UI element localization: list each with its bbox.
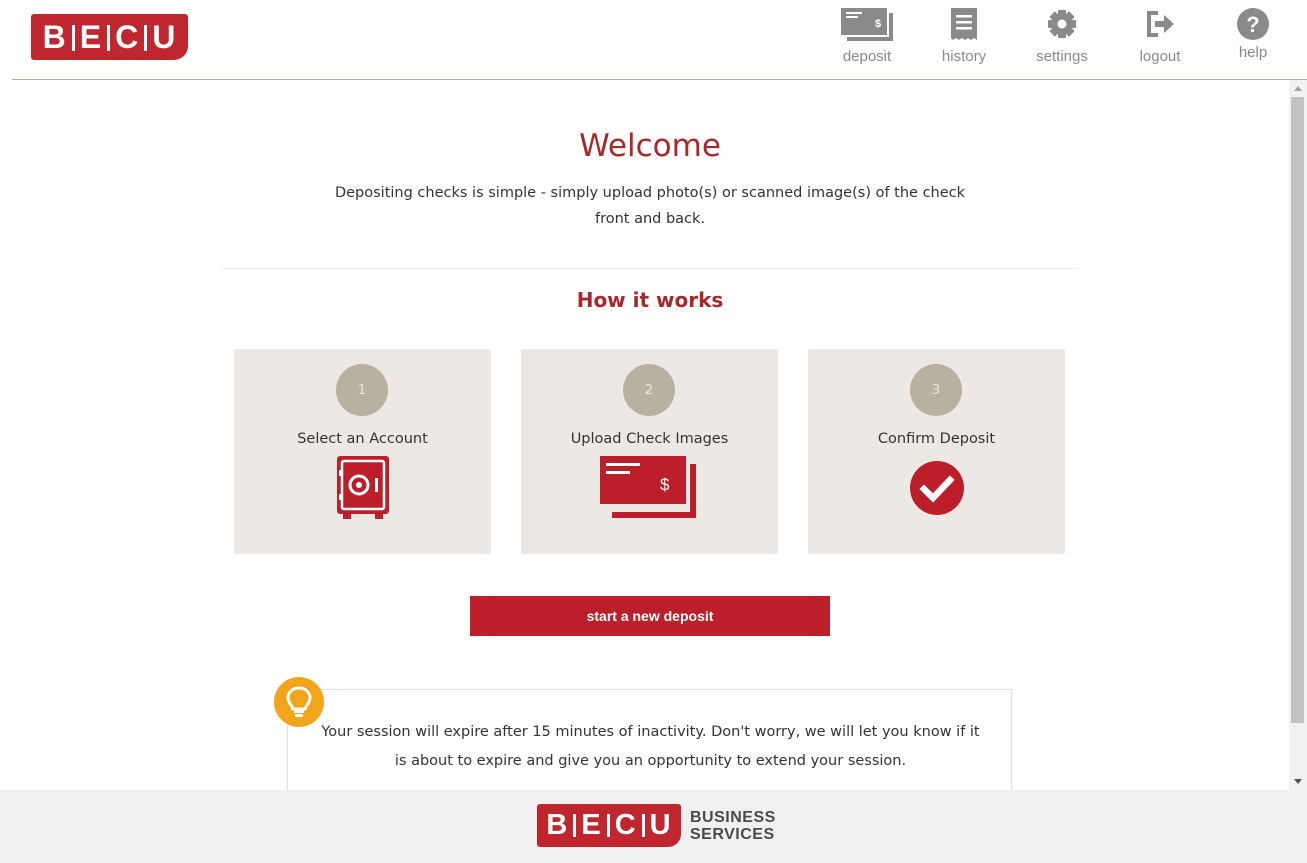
deposit-check-icon: $: [841, 6, 893, 42]
nav-logout[interactable]: logout: [1128, 6, 1192, 72]
session-tip-box: Your session will expire after 15 minute…: [287, 689, 1012, 799]
lightbulb-icon: [274, 677, 324, 727]
becu-logo[interactable]: BECU: [31, 14, 188, 60]
services-label: SERVICES: [690, 826, 775, 843]
footer: BECU BUSINESS SERVICES: [0, 790, 1307, 863]
scrollbar-thumb[interactable]: [1291, 97, 1304, 723]
nav-label-deposit: deposit: [842, 48, 892, 65]
history-receipt-icon: [949, 6, 979, 42]
nav-label-logout: logout: [1139, 48, 1181, 65]
check-images-icon: $: [521, 455, 778, 521]
step-card-select-account: 1 Select an Account: [234, 349, 491, 554]
logo-text: BECU: [42, 18, 177, 55]
question-circle-icon: ?: [1236, 6, 1270, 42]
step-number: 2: [623, 364, 675, 416]
header: BECU $ deposit history settings logout ?…: [0, 0, 1307, 80]
scroll-up-arrow-icon[interactable]: [1289, 80, 1307, 96]
step-title: Confirm Deposit: [877, 431, 996, 447]
nav-settings[interactable]: settings: [1026, 6, 1098, 72]
step-card-confirm-deposit: 3 Confirm Deposit: [808, 349, 1065, 554]
nav-label-settings: settings: [1036, 48, 1088, 65]
nav-label-help: help: [1238, 44, 1268, 61]
gear-icon: [1046, 6, 1078, 42]
step-number: 1: [336, 364, 388, 416]
session-tip-text: Your session will expire after 15 minute…: [321, 724, 980, 769]
how-it-works-heading: How it works: [576, 288, 724, 312]
start-new-deposit-button[interactable]: start a new deposit: [470, 596, 830, 636]
step-card-upload-check-images: 2 Upload Check Images $: [521, 349, 778, 554]
svg-text:$: $: [660, 475, 670, 494]
step-number: 3: [910, 364, 962, 416]
scroll-down-arrow-icon[interactable]: [1289, 774, 1307, 790]
nav-help[interactable]: ? help: [1228, 6, 1278, 72]
svg-text:?: ?: [1246, 12, 1259, 37]
step-title: Upload Check Images: [570, 431, 729, 447]
step-title: Select an Account: [297, 431, 428, 447]
header-divider: [12, 79, 1307, 80]
footer-becu-logo: BECU: [537, 804, 681, 847]
page-title: Welcome: [579, 128, 721, 164]
nav-label-history: history: [941, 48, 987, 65]
footer-logo-text: BECU: [546, 809, 672, 841]
business-label: BUSINESS: [690, 809, 776, 826]
logout-icon: [1144, 6, 1176, 42]
nav-deposit[interactable]: $ deposit: [834, 6, 900, 72]
intro-text: Depositing checks is simple - simply upl…: [334, 185, 966, 227]
svg-text:$: $: [875, 18, 881, 30]
checkmark-circle-icon: [808, 455, 1065, 521]
safe-icon: [234, 455, 491, 521]
vertical-scrollbar[interactable]: [1289, 80, 1307, 790]
business-services-label: BUSINESS SERVICES: [690, 809, 776, 843]
section-divider: [222, 268, 1078, 269]
nav-history[interactable]: history: [934, 6, 994, 72]
